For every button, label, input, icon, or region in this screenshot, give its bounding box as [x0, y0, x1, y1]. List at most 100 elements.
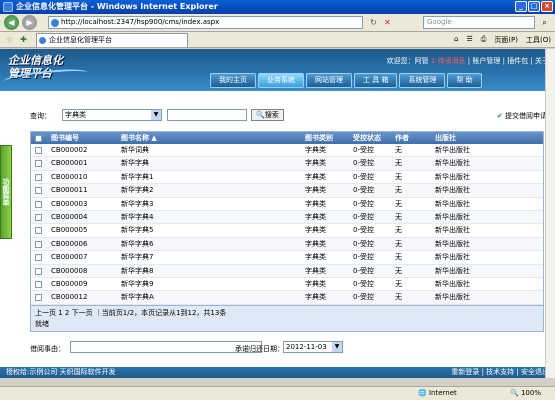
return-date-select[interactable]: 2012-11-03 ▼ — [283, 341, 343, 353]
table-row[interactable]: CB000002 新华词典 字典类 0-受控 无 新华出版社 — [31, 144, 543, 158]
category-cell: 字典类 — [305, 172, 326, 181]
book-id-cell: CB000012 — [51, 293, 88, 302]
ie-logo-icon — [3, 2, 13, 12]
brand-line-1: 企业信息化 — [8, 54, 63, 67]
app-header: 企业信息化 管理平台 欢迎您：阿管 1 待读消息 | 账户管理 | 插件包 | … — [0, 49, 555, 91]
welcome-user: 欢迎您：阿管 — [386, 57, 429, 65]
row-checkbox[interactable] — [35, 147, 42, 154]
app-content: 企业信息化 管理平台 欢迎您：阿管 1 待读消息 | 账户管理 | 插件包 | … — [0, 49, 555, 378]
book-id-cell: CB000004 — [51, 212, 88, 221]
forward-button[interactable]: ▶ — [22, 15, 37, 30]
book-id-cell: CB000009 — [51, 279, 88, 288]
col-author[interactable]: 作者 — [395, 132, 435, 144]
nav-home[interactable]: 我的主页 — [210, 73, 256, 88]
row-checkbox[interactable] — [35, 227, 42, 235]
nav-system[interactable]: 系统管理 — [399, 73, 446, 88]
table-row[interactable]: CB000012 新华字典A 字典类 0-受控 无 新华出版社 — [31, 291, 543, 305]
keyword-input[interactable] — [167, 109, 247, 121]
print-icon[interactable]: ⎙ — [481, 35, 487, 45]
feeds-icon[interactable]: ☰ — [466, 35, 472, 45]
table-row[interactable]: CB000009 新华字典9 字典类 0-受控 无 新华出版社 — [31, 278, 543, 292]
row-checkbox[interactable] — [35, 173, 42, 181]
url-field[interactable]: http://localhost:2347/hsp900/cms/index.a… — [48, 16, 363, 29]
col-publisher[interactable]: 出版社 — [435, 132, 543, 144]
footer-links[interactable]: 重新登录 | 技术支持 | 安全退出 — [451, 367, 549, 378]
chevron-down-icon: ▼ — [332, 342, 342, 352]
chevron-down-icon: ▼ — [151, 110, 161, 120]
author-cell: 无 — [395, 279, 402, 288]
row-checkbox[interactable] — [35, 187, 42, 195]
publisher-cell: 新华出版社 — [435, 146, 470, 154]
return-date-value: 2012-11-03 — [286, 343, 327, 351]
close-button[interactable]: × — [541, 1, 553, 12]
function-menu-tab[interactable]: 功能菜单 — [0, 145, 12, 239]
table-row[interactable]: CB000006 新华字典6 字典类 0-受控 无 新华出版社 — [31, 237, 543, 252]
window-titlebar: 企业信息化管理平台 - Windows Internet Explorer _ … — [0, 0, 555, 14]
home-icon[interactable]: ⌂ — [454, 35, 458, 45]
address-bar-row: ◀ ▶ http://localhost:2347/hsp900/cms/ind… — [0, 14, 555, 32]
table-row[interactable]: CB000007 新华字典7 字典类 0-受控 无 新华出版社 — [31, 251, 543, 265]
row-checkbox[interactable] — [35, 240, 42, 248]
refresh-icon[interactable]: ↻ — [368, 17, 379, 28]
col-book-name[interactable]: 图书名称 ▲ — [115, 132, 305, 144]
submit-label: 提交借阅申请 — [505, 112, 547, 120]
nav-toolbox[interactable]: 工 具 箱 — [354, 73, 398, 88]
account-link[interactable]: 账户管理 — [472, 57, 500, 65]
favorites-icon[interactable]: ☆ — [4, 34, 15, 45]
col-book-id[interactable]: 图书编号 — [45, 132, 115, 144]
browser-tab[interactable]: 企业信息化管理平台 — [36, 33, 188, 47]
back-button[interactable]: ◀ — [4, 15, 19, 30]
table-row[interactable]: CB000005 新华字典5 字典类 0-受控 无 新华出版社 — [31, 224, 543, 238]
zoom-level[interactable]: 🔍 100% — [510, 387, 541, 400]
maximize-button[interactable]: □ — [528, 1, 540, 12]
table-row[interactable]: CB000003 新华字典3 字典类 0-受控 无 新华出版社 — [31, 198, 543, 211]
author-cell: 无 — [395, 186, 402, 195]
nav-help[interactable]: 帮 助 — [447, 73, 482, 88]
book-name-cell: 新华字典 — [121, 159, 149, 168]
tools-menu[interactable]: 工具(O) — [526, 35, 551, 45]
author-cell: 无 — [395, 239, 402, 248]
table-row[interactable]: CB000010 新华字典1 字典类 0-受控 无 新华出版社 — [31, 171, 543, 185]
col-status[interactable]: 受控状态 — [353, 132, 395, 144]
submit-borrow-button[interactable]: ✔ 提交借阅申请 — [497, 111, 547, 121]
add-favorite-icon[interactable]: ✚ — [18, 34, 29, 45]
search-icon[interactable]: ⌕ — [539, 17, 550, 28]
col-category[interactable]: 图书类别 — [305, 132, 353, 144]
nav-website[interactable]: 网站管理 — [306, 73, 352, 88]
row-checkbox[interactable] — [35, 267, 42, 275]
table-row[interactable]: CB000011 新华字典2 字典类 0-受控 无 新华出版社 — [31, 184, 543, 198]
status-cell: 0-受控 — [353, 159, 374, 168]
scrollbar[interactable] — [545, 49, 555, 378]
category-cell: 字典类 — [305, 266, 326, 275]
row-checkbox[interactable] — [35, 254, 42, 262]
table-row[interactable]: CB000008 新华字典8 字典类 0-受控 无 新华出版社 — [31, 264, 543, 278]
row-checkbox[interactable] — [35, 294, 42, 302]
publisher-cell: 新华出版社 — [435, 226, 470, 235]
select-all-checkbox[interactable] — [35, 135, 42, 142]
row-checkbox[interactable] — [35, 200, 42, 208]
minimize-button[interactable]: _ — [515, 1, 527, 12]
publisher-cell: 新华出版社 — [435, 279, 470, 288]
search-button[interactable]: 🔍搜索 — [251, 109, 284, 121]
plugin-link[interactable]: 插件包 — [507, 57, 528, 65]
row-checkbox[interactable] — [35, 160, 42, 168]
query-label: 查询： — [30, 112, 51, 120]
table-row[interactable]: CB000001 新华字典 字典类 0-受控 无 新华出版社 — [31, 157, 543, 171]
unread-messages-link[interactable]: 1 待读消息 — [431, 57, 466, 65]
publisher-cell: 新华出版社 — [435, 239, 470, 248]
app-footer: 授权给:示例公司 天织国际软件开发 重新登录 | 技术支持 | 安全退出 — [0, 367, 555, 378]
category-select[interactable]: 字典类 ▼ — [62, 109, 162, 121]
page-menu[interactable]: 页面(P) — [494, 35, 518, 45]
publisher-cell: 新华出版社 — [435, 199, 470, 208]
reason-input[interactable] — [70, 341, 262, 353]
book-name-cell: 新华字典8 — [121, 266, 154, 275]
row-checkbox[interactable] — [35, 280, 42, 288]
pager-text[interactable]: 上一页 1 2 下一页 ｜当前页1/2，本页记录从1到12，共13条 — [35, 308, 539, 319]
search-input[interactable]: Google — [423, 16, 535, 29]
table-row[interactable]: CB000004 新华字典4 字典类 0-受控 无 新华出版社 — [31, 210, 543, 225]
stop-icon[interactable]: ✕ — [382, 17, 393, 28]
reason-label: 借阅事由： — [30, 345, 65, 353]
row-checkbox[interactable] — [35, 213, 42, 221]
nav-business[interactable]: 业务系统 — [258, 73, 304, 88]
publisher-cell: 新华出版社 — [435, 212, 470, 221]
